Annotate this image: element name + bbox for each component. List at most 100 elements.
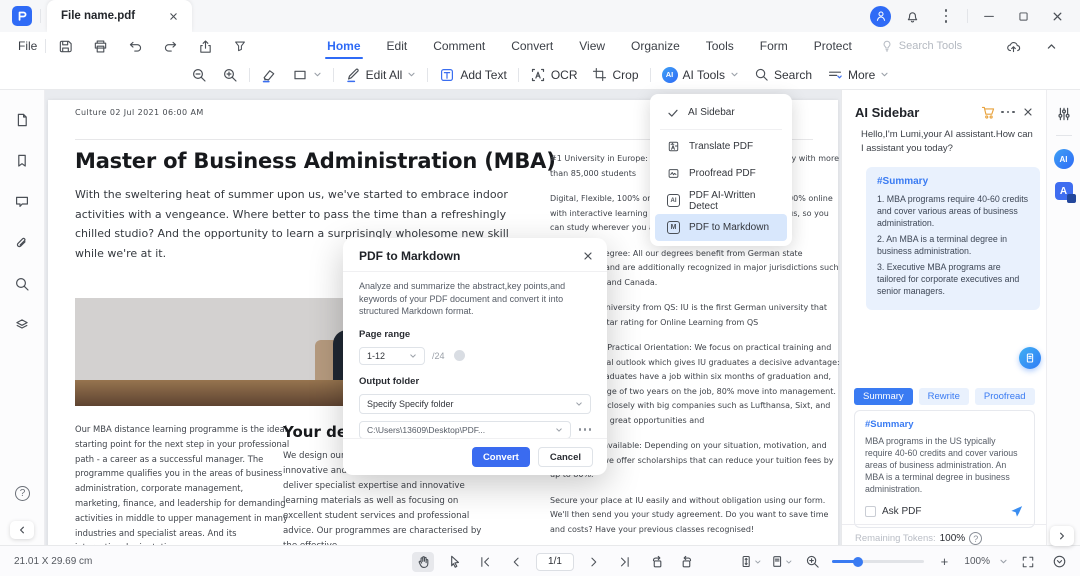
menu-item-proofread-pdf[interactable]: Proofread PDF xyxy=(655,160,787,187)
share-button[interactable] xyxy=(192,34,218,58)
rotate-left-button[interactable] xyxy=(645,552,667,572)
undo-button[interactable] xyxy=(122,34,148,58)
zoom-slider-knob[interactable] xyxy=(853,556,864,567)
tab-tools[interactable]: Tools xyxy=(704,35,736,57)
shape-tool-button[interactable] xyxy=(288,64,326,86)
tab-comment[interactable]: Comment xyxy=(431,35,487,57)
zoom-lens-button[interactable] xyxy=(801,552,823,572)
select-tool-button[interactable] xyxy=(443,552,465,572)
ai-sidebar-close-icon[interactable] xyxy=(1018,100,1038,124)
ai-assistant-icon[interactable]: AI xyxy=(1053,149,1074,169)
cart-icon[interactable] xyxy=(978,100,998,124)
search-tools-field[interactable]: Search Tools xyxy=(880,39,962,53)
previous-page-button[interactable] xyxy=(505,552,527,572)
more-button[interactable]: More xyxy=(823,64,893,86)
ai-tabs: Summary Rewrite Proofread xyxy=(854,388,1050,405)
window-minimize-button[interactable] xyxy=(976,4,1002,28)
tab-summary[interactable]: Summary xyxy=(854,388,913,405)
ai-sidebar-more-menu[interactable] xyxy=(998,100,1018,124)
tab-proofread[interactable]: Proofread xyxy=(974,388,1035,405)
page-view-mode-button[interactable] xyxy=(770,552,792,572)
ask-pdf-checkbox[interactable] xyxy=(865,506,876,517)
fullscreen-button[interactable] xyxy=(1017,552,1039,572)
help-icon[interactable]: ? xyxy=(15,486,30,501)
cloud-upload-icon[interactable] xyxy=(1000,34,1026,58)
tab-edit[interactable]: Edit xyxy=(385,35,410,57)
tokens-help-icon[interactable]: ? xyxy=(969,532,983,545)
tab-close-icon[interactable] xyxy=(169,12,178,21)
search-panel-icon[interactable] xyxy=(10,272,34,296)
window-close-button[interactable] xyxy=(1044,4,1070,28)
chevron-down-icon xyxy=(407,70,416,79)
window-maximize-button[interactable] xyxy=(1010,4,1036,28)
first-page-button[interactable] xyxy=(474,552,496,572)
scroll-mode-button[interactable] xyxy=(739,552,761,572)
zoom-out-button[interactable] xyxy=(187,64,211,86)
comments-panel-icon[interactable] xyxy=(10,190,34,214)
crop-button[interactable]: Crop xyxy=(588,64,642,85)
tab-view[interactable]: View xyxy=(577,35,607,57)
check-icon xyxy=(667,107,679,119)
edit-all-button[interactable]: Edit All xyxy=(341,64,421,86)
app-window: File name.pdf File Home Edit Comment Con… xyxy=(0,0,1080,576)
search-button[interactable]: Search xyxy=(750,64,816,85)
add-text-button[interactable]: Add Text xyxy=(435,64,510,86)
save-button[interactable] xyxy=(52,34,78,58)
last-page-button[interactable] xyxy=(614,552,636,572)
output-folder-select[interactable]: Specify Specify folder xyxy=(359,393,591,414)
user-avatar[interactable] xyxy=(870,5,891,27)
folder-path-value: C:\Users\13609\Desktop\PDF... xyxy=(367,424,486,435)
tab-organize[interactable]: Organize xyxy=(629,35,682,57)
chevron-down-icon[interactable] xyxy=(999,557,1008,566)
highlighter-button[interactable] xyxy=(257,64,281,86)
notifications-bell-icon[interactable] xyxy=(899,4,925,28)
attachments-panel-icon[interactable] xyxy=(10,231,34,255)
menu-item-pdf-ai-written-detect[interactable]: AI PDF AI-Written Detect xyxy=(655,187,787,214)
zoom-slider[interactable] xyxy=(832,556,925,567)
print-button[interactable] xyxy=(87,34,113,58)
layers-panel-icon[interactable] xyxy=(10,313,34,337)
collapse-right-panel-button[interactable] xyxy=(1050,526,1074,546)
collapse-toolbar-icon[interactable] xyxy=(1038,34,1064,58)
tab-protect[interactable]: Protect xyxy=(812,35,854,57)
tab-form[interactable]: Form xyxy=(758,35,790,57)
bookmarks-panel-icon[interactable] xyxy=(10,149,34,173)
left-panel-rail: ? xyxy=(0,90,45,545)
send-icon[interactable] xyxy=(1009,504,1024,519)
collapse-statusbar-button[interactable] xyxy=(1048,552,1070,572)
thumbnails-panel-icon[interactable] xyxy=(10,108,34,132)
tab-rewrite[interactable]: Rewrite xyxy=(918,388,969,405)
zoom-in-button[interactable] xyxy=(218,64,242,86)
article-paragraph: Secure your place at IU easily and witho… xyxy=(550,495,829,534)
modal-close-icon[interactable] xyxy=(583,251,593,261)
hand-tool-button[interactable] xyxy=(412,551,434,572)
tab-title: File name.pdf xyxy=(61,10,136,22)
next-page-button[interactable] xyxy=(583,552,605,572)
tab-convert[interactable]: Convert xyxy=(509,35,555,57)
menu-item-translate-pdf[interactable]: Translate PDF xyxy=(655,133,787,160)
translate-icon[interactable]: A xyxy=(1054,182,1076,203)
cancel-button[interactable]: Cancel xyxy=(537,447,593,467)
ocr-button[interactable]: OCR xyxy=(526,64,582,86)
zoom-level[interactable]: 100% xyxy=(964,556,990,567)
ai-tools-button[interactable]: AI AI Tools xyxy=(658,64,743,86)
zoom-increase-button[interactable]: + xyxy=(933,552,955,572)
ai-settings-sliders-icon[interactable] xyxy=(1056,106,1072,122)
menu-item-pdf-to-markdown[interactable]: M PDF to Markdown xyxy=(655,214,787,241)
ai-quick-action-button[interactable] xyxy=(1019,347,1041,369)
page-range-select[interactable]: 1-12 xyxy=(359,346,425,365)
redo-button[interactable] xyxy=(157,34,183,58)
chevron-down-icon xyxy=(754,558,762,566)
file-menu[interactable]: File xyxy=(10,39,45,53)
customize-toolbar-icon[interactable] xyxy=(227,34,253,58)
menu-item-ai-sidebar[interactable]: AI Sidebar xyxy=(655,99,787,126)
tab-home[interactable]: Home xyxy=(325,35,363,59)
page-number-input[interactable]: 1/1 xyxy=(536,552,574,571)
titlebar-kebab-menu[interactable] xyxy=(933,4,959,28)
folder-path-input[interactable]: C:\Users\13609\Desktop\PDF... xyxy=(359,420,571,439)
document-tab[interactable]: File name.pdf xyxy=(47,0,193,32)
convert-button[interactable]: Convert xyxy=(471,447,530,467)
rotate-right-button[interactable] xyxy=(676,552,698,572)
browse-folder-button[interactable] xyxy=(578,428,591,431)
collapse-left-panel-button[interactable] xyxy=(10,521,34,539)
